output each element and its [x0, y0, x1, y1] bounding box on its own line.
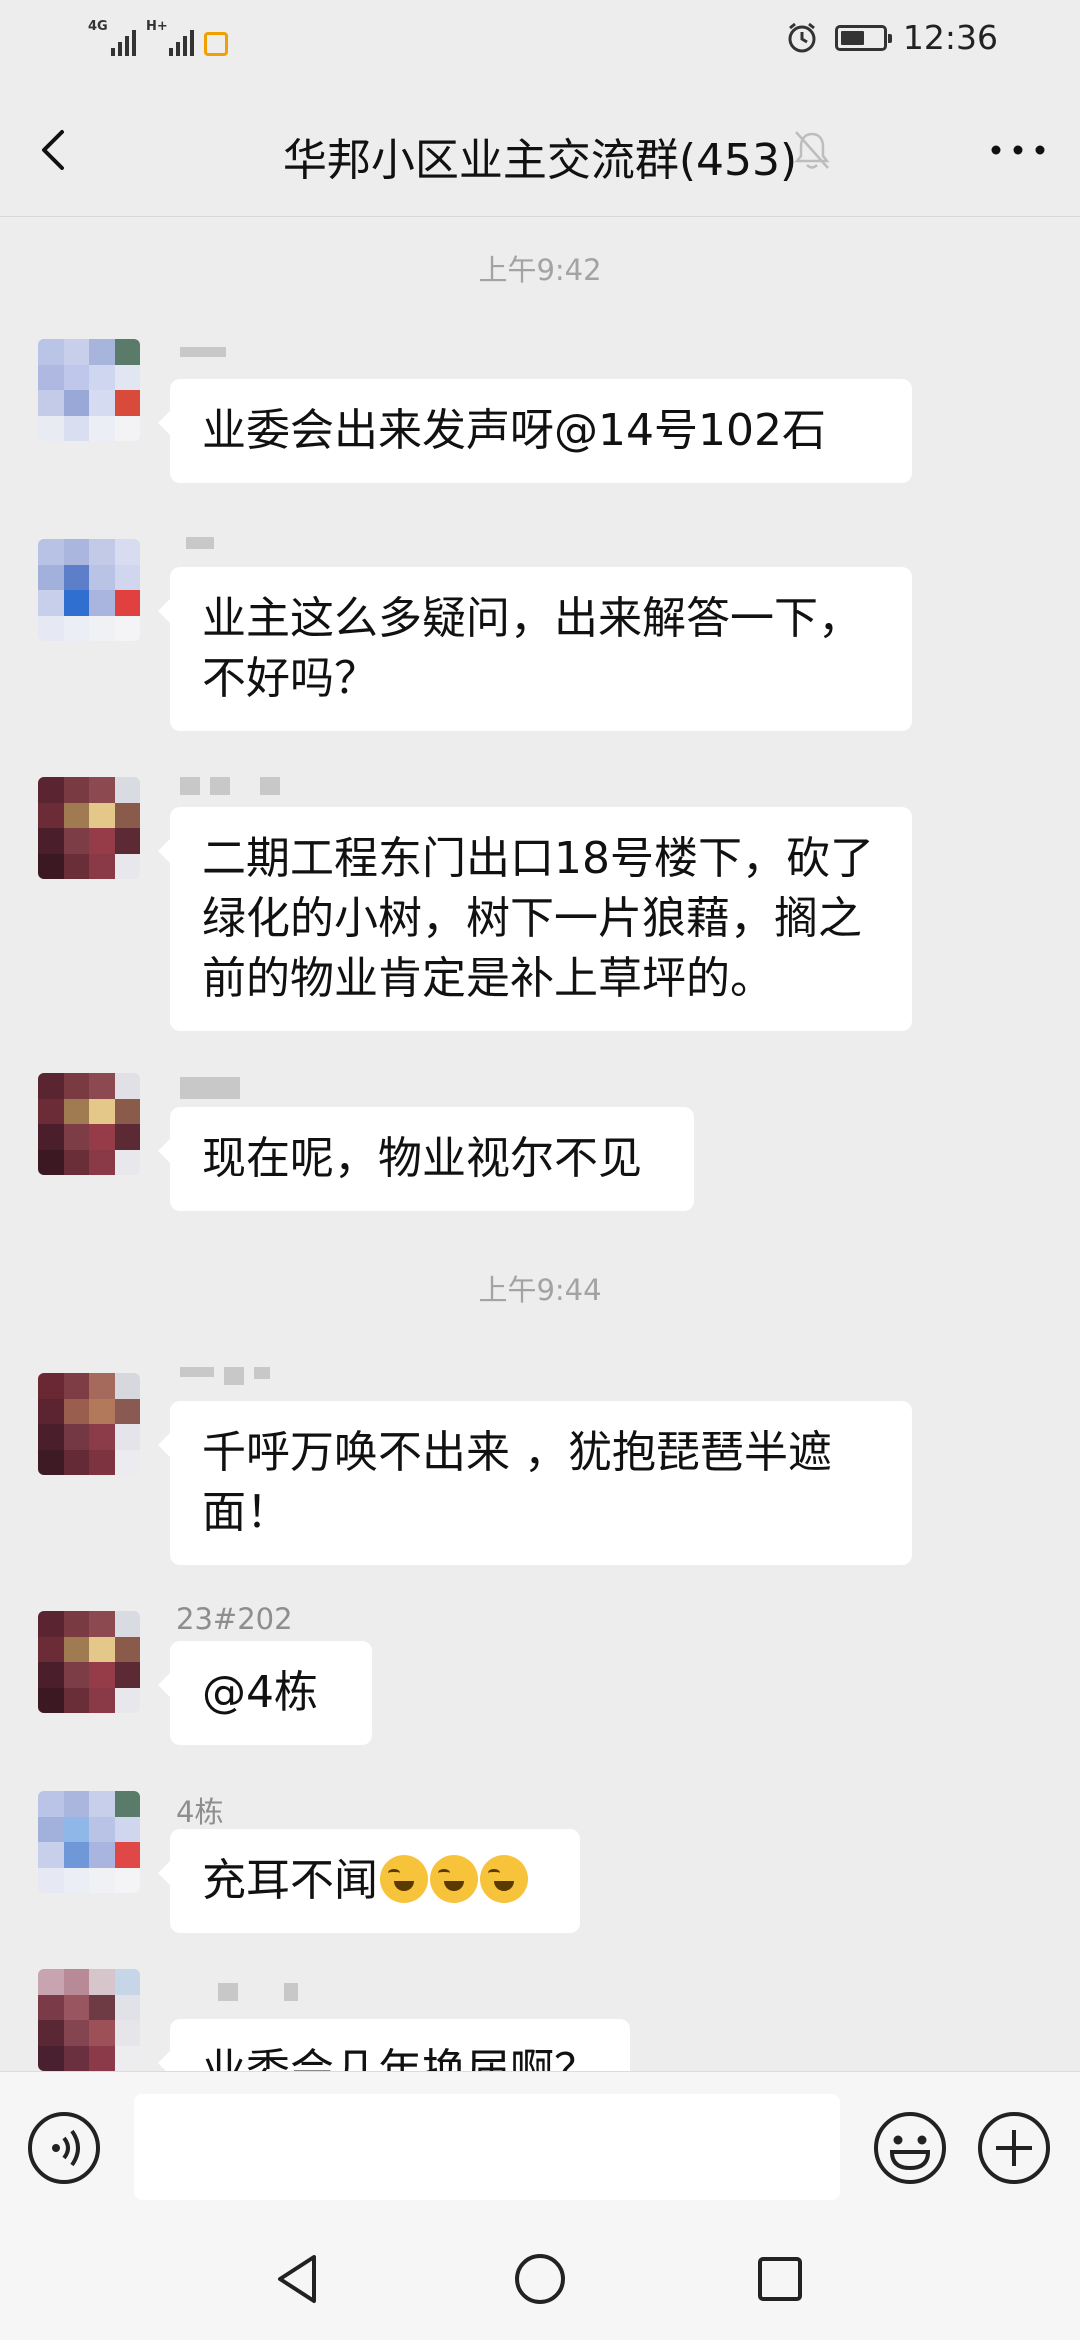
sender-name: [218, 1983, 298, 2001]
timestamp: 上午9:42: [478, 253, 602, 287]
title-bar: 华邦小区业主交流群(453): [0, 84, 1080, 217]
timestamp: 上午9:44: [478, 1273, 602, 1307]
chat-area[interactable]: 上午9:42 业委会出来发声呀@14号102石 业主这么多疑问，出来解答一下，不…: [0, 217, 1080, 2071]
message-bubble[interactable]: 二期工程东门出口18号楼下，砍了绿化的小树，树下一片狼藉，搁之前的物业肯定是补上…: [158, 807, 912, 1031]
bell-off-icon: [794, 131, 830, 169]
plus-button[interactable]: [976, 2110, 1052, 2186]
navigation-bar: [0, 2221, 1080, 2340]
sender-name: [186, 537, 214, 549]
avatar[interactable]: [38, 1073, 140, 1175]
laughing-crying-emoji-icon: [380, 1855, 428, 1903]
avatar[interactable]: [38, 777, 140, 879]
notification-icon: [204, 32, 228, 56]
message-bubble[interactable]: 业主这么多疑问，出来解答一下，不好吗？: [158, 567, 912, 731]
message-bubble[interactable]: @4栋: [158, 1641, 372, 1745]
avatar[interactable]: [38, 1969, 140, 2071]
avatar[interactable]: [38, 339, 140, 441]
more-button[interactable]: [986, 130, 1050, 170]
signal-hplus-icon: H+: [146, 20, 194, 60]
voice-icon: [52, 2129, 80, 2167]
status-time: 12:36: [902, 18, 998, 57]
signal-4g-icon: 4G: [88, 20, 136, 60]
status-right: 12:36: [785, 18, 998, 57]
nav-home-button[interactable]: [512, 2251, 568, 2307]
alarm-icon: [788, 22, 816, 52]
laughing-crying-emoji-icon: [480, 1855, 528, 1903]
message-bubble[interactable]: 千呼万唤不出来 ，犹抱琵琶半遮面！: [158, 1401, 912, 1565]
network-type-1: 4G: [88, 19, 108, 34]
voice-button[interactable]: [28, 2112, 100, 2184]
input-bar: [0, 2071, 1080, 2222]
sender-name: [180, 1367, 270, 1385]
status-bar: 4G H+ 12:36: [0, 0, 1080, 84]
message-bubble[interactable]: 现在呢，物业视尔不见: [158, 1107, 694, 1211]
emoji-button[interactable]: [872, 2110, 948, 2186]
network-type-2: H+: [146, 19, 168, 34]
chat-title: 华邦小区业主交流群(453): [282, 135, 798, 186]
nav-recent-button[interactable]: [754, 2253, 806, 2305]
nav-back-button[interactable]: [270, 2251, 326, 2307]
laughing-crying-emoji-icon: [430, 1855, 478, 1903]
message-text: 充耳不闻: [202, 1855, 378, 1906]
status-left: 4G H+: [88, 20, 228, 60]
battery-icon: [834, 24, 892, 51]
sender-name: [180, 347, 226, 357]
avatar[interactable]: [38, 1791, 140, 1893]
avatar[interactable]: [38, 539, 140, 641]
message-bubble[interactable]: 充耳不闻: [158, 1829, 580, 1933]
avatar[interactable]: [38, 1611, 140, 1713]
sender-name: [180, 1077, 240, 1099]
avatar[interactable]: [38, 1373, 140, 1475]
message-bubble[interactable]: 业委会几年换届啊？: [158, 2019, 630, 2071]
sender-name: [180, 777, 280, 795]
message-input[interactable]: [134, 2094, 840, 2200]
message-bubble[interactable]: 业委会出来发声呀@14号102石: [158, 379, 912, 483]
sender-name: 4栋: [176, 1795, 224, 1829]
sender-name: 23#202: [176, 1602, 293, 1636]
